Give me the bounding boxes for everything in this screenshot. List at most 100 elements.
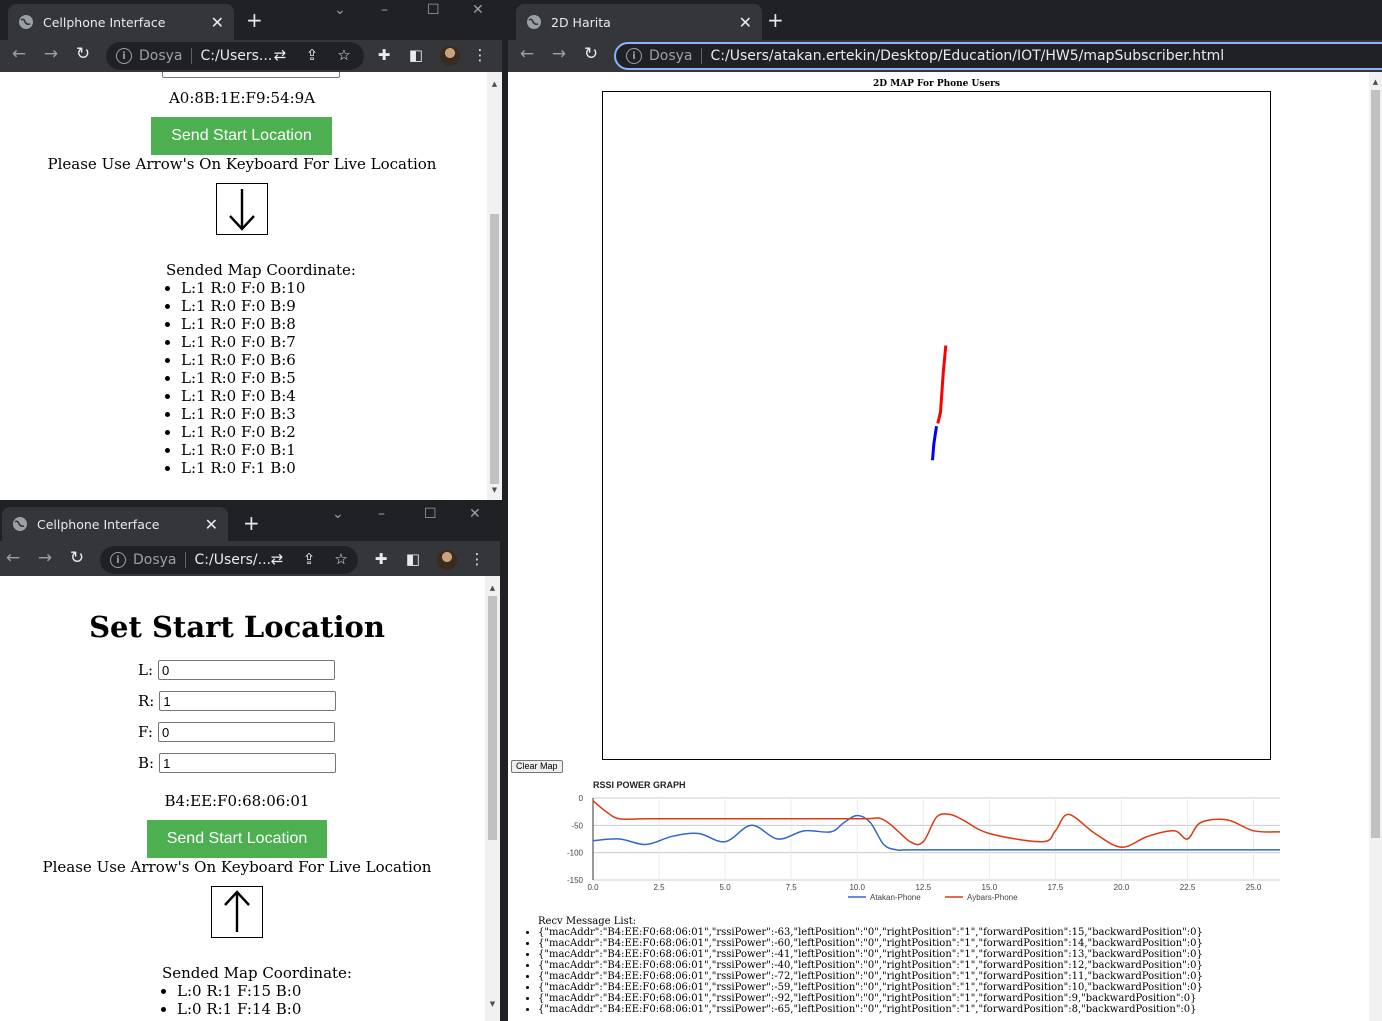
series-line-atakan-phone — [592, 814, 1280, 852]
profile-avatar[interactable] — [437, 550, 457, 570]
minimize-icon[interactable]: – — [381, 2, 388, 18]
window-close-icon[interactable]: ✕ — [469, 506, 481, 522]
coords-title: Sended Map Coordinate: — [165, 261, 356, 279]
scrollbar-thumb[interactable] — [1371, 90, 1380, 838]
translate-icon[interactable]: ⇄ — [270, 46, 290, 64]
coord-item: L:0 R:1 F:15 B:0 — [177, 982, 301, 1000]
close-icon[interactable]: ✕ — [739, 13, 752, 32]
send-start-location-button[interactable]: Send Start Location — [147, 820, 327, 858]
tab-cellphone-interface[interactable]: Cellphone Interface ✕ — [8, 4, 234, 40]
reload-icon[interactable]: ↻ — [72, 44, 94, 64]
scroll-up-icon[interactable]: ▲ — [487, 80, 502, 88]
info-icon[interactable]: i — [110, 552, 126, 568]
menu-dots-icon[interactable]: ⋮ — [470, 46, 490, 64]
menu-dots-icon[interactable]: ⋮ — [467, 550, 487, 568]
forward-icon[interactable]: → — [34, 548, 56, 568]
x-tick-label: 15.0 — [982, 883, 998, 892]
minimize-icon[interactable]: – — [378, 506, 385, 522]
map-title: 2D MAP For Phone Users — [873, 79, 1000, 89]
rssi-chart: RSSI POWER GRAPH 0 -50 -100 -150 0.0 2.5 5.0 7.5… — [556, 776, 1296, 908]
arrow-box — [211, 886, 263, 938]
x-tick-label: 17.5 — [1048, 883, 1064, 892]
field-input-l[interactable] — [158, 660, 336, 680]
vertical-scrollbar[interactable]: ▲ — [1369, 72, 1382, 1021]
close-icon[interactable]: ✕ — [205, 515, 218, 534]
scrollbar-thumb[interactable] — [490, 214, 499, 484]
back-icon[interactable]: ← — [8, 44, 30, 64]
address-bar[interactable]: i Dosya C:/Users... — [106, 42, 364, 70]
translate-icon[interactable]: ⇄ — [267, 550, 287, 568]
toolbar: ← → ↻ i Dosya C:/Users... ⇄ ⇪ ☆ ✚ ◧ ⋮ — [0, 40, 502, 72]
field-input-b[interactable] — [159, 753, 337, 773]
y-tick-label: -50 — [571, 821, 583, 830]
scroll-up-icon[interactable]: ▲ — [485, 584, 500, 592]
side-panel-icon[interactable]: ◧ — [403, 550, 423, 568]
arrow-down-icon — [229, 189, 255, 231]
maximize-icon[interactable]: ☐ — [427, 2, 440, 18]
scroll-down-icon[interactable]: ▼ — [485, 1000, 500, 1008]
coord-item: L:1 R:0 F:0 B:2 — [181, 423, 305, 441]
message-list: {"macAddr":"B4:EE:F0:68:06:01","rssiPowe… — [538, 927, 1203, 1015]
bookmark-star-icon[interactable]: ☆ — [331, 550, 351, 568]
info-icon[interactable]: i — [626, 48, 642, 64]
window-close-icon[interactable]: ✕ — [472, 2, 484, 18]
send-start-location-button[interactable]: Send Start Location — [151, 117, 332, 155]
back-icon[interactable]: ← — [2, 548, 24, 568]
forward-icon[interactable]: → — [40, 44, 62, 64]
tab-cellphone-interface[interactable]: Cellphone Interface ✕ — [2, 507, 228, 541]
forward-icon[interactable]: → — [548, 44, 570, 64]
page-content: Set Start Location L: R: F: B: B4:EE:F0:68:… — [0, 576, 500, 1021]
share-icon[interactable]: ⇪ — [299, 550, 319, 568]
coord-item: L:1 R:0 F:0 B:8 — [181, 315, 305, 333]
maximize-icon[interactable]: ☐ — [424, 506, 437, 522]
map-canvas[interactable] — [602, 91, 1271, 760]
new-tab-icon[interactable]: + — [246, 8, 263, 32]
address-bar[interactable]: i Dosya C:/Users/atakan.ertekin/Desktop/… — [614, 42, 1382, 70]
vertical-scrollbar[interactable]: ▲ ▼ — [485, 576, 500, 1021]
side-panel-icon[interactable]: ◧ — [406, 46, 426, 64]
x-tick-label: 12.5 — [915, 883, 931, 892]
share-icon[interactable]: ⇪ — [302, 46, 322, 64]
tab-strip: 2D Harita ✕ + — [508, 0, 1382, 40]
security-label: Dosya — [649, 48, 702, 64]
tab-2d-harita[interactable]: 2D Harita ✕ — [516, 4, 762, 40]
close-icon[interactable]: ✕ — [211, 13, 224, 32]
back-icon[interactable]: ← — [516, 44, 538, 64]
new-tab-icon[interactable]: + — [243, 511, 260, 535]
field-input-r[interactable] — [159, 691, 337, 711]
reload-icon[interactable]: ↻ — [66, 548, 88, 568]
toolbar: ← → ↻ i Dosya C:/Users/... ⇄ ⇪ ☆ ✚ ◧ ⋮ — [0, 544, 500, 576]
y-tick-label: 0 — [579, 794, 584, 803]
chevron-down-icon[interactable]: ⌄ — [334, 2, 346, 18]
globe-icon — [13, 517, 27, 531]
page-content: A0:8B:1E:F9:54:9A Send Start Location Pl… — [0, 72, 502, 500]
x-tick-label: 7.5 — [786, 883, 798, 892]
input-field-partial[interactable] — [162, 72, 340, 78]
x-tick-label: 22.5 — [1180, 883, 1196, 892]
page-content: 2D MAP For Phone Users Clear Map RSSI PO… — [508, 72, 1382, 1021]
scroll-up-icon[interactable]: ▲ — [1369, 78, 1382, 86]
map-svg — [931, 345, 948, 461]
bookmark-star-icon[interactable]: ☆ — [334, 46, 354, 64]
profile-avatar[interactable] — [440, 46, 460, 66]
scrollbar-thumb[interactable] — [488, 596, 497, 840]
field-input-f[interactable] — [157, 722, 335, 742]
browser-window-top-left: Cellphone Interface ✕ + ⌄ – ☐ ✕ ← → ↻ i … — [0, 0, 502, 500]
mac-address: A0:8B:1E:F9:54:9A — [168, 89, 316, 107]
extensions-icon[interactable]: ✚ — [374, 46, 394, 64]
security-label: Dosya — [139, 48, 192, 64]
extensions-icon[interactable]: ✚ — [371, 550, 391, 568]
coord-item: L:0 R:1 F:14 B:0 — [177, 1000, 301, 1018]
info-icon[interactable]: i — [116, 48, 132, 64]
address-bar[interactable]: i Dosya C:/Users/... — [100, 546, 358, 574]
new-tab-icon[interactable]: + — [767, 8, 784, 32]
x-tick-label: 0.0 — [587, 883, 599, 892]
clear-map-button[interactable]: Clear Map — [511, 760, 563, 773]
keyboard-hint: Please Use Arrow's On Keyboard For Live … — [47, 155, 437, 173]
vertical-scrollbar[interactable]: ▲ ▼ — [487, 72, 502, 500]
url-text: C:/Users/atakan.ertekin/Desktop/Educatio… — [710, 48, 1225, 64]
scroll-down-icon[interactable]: ▼ — [487, 486, 502, 494]
coords-list: L:0 R:1 F:15 B:0L:0 R:1 F:14 B:0 — [177, 982, 301, 1018]
chevron-down-icon[interactable]: ⌄ — [332, 506, 344, 522]
reload-icon[interactable]: ↻ — [580, 44, 602, 64]
